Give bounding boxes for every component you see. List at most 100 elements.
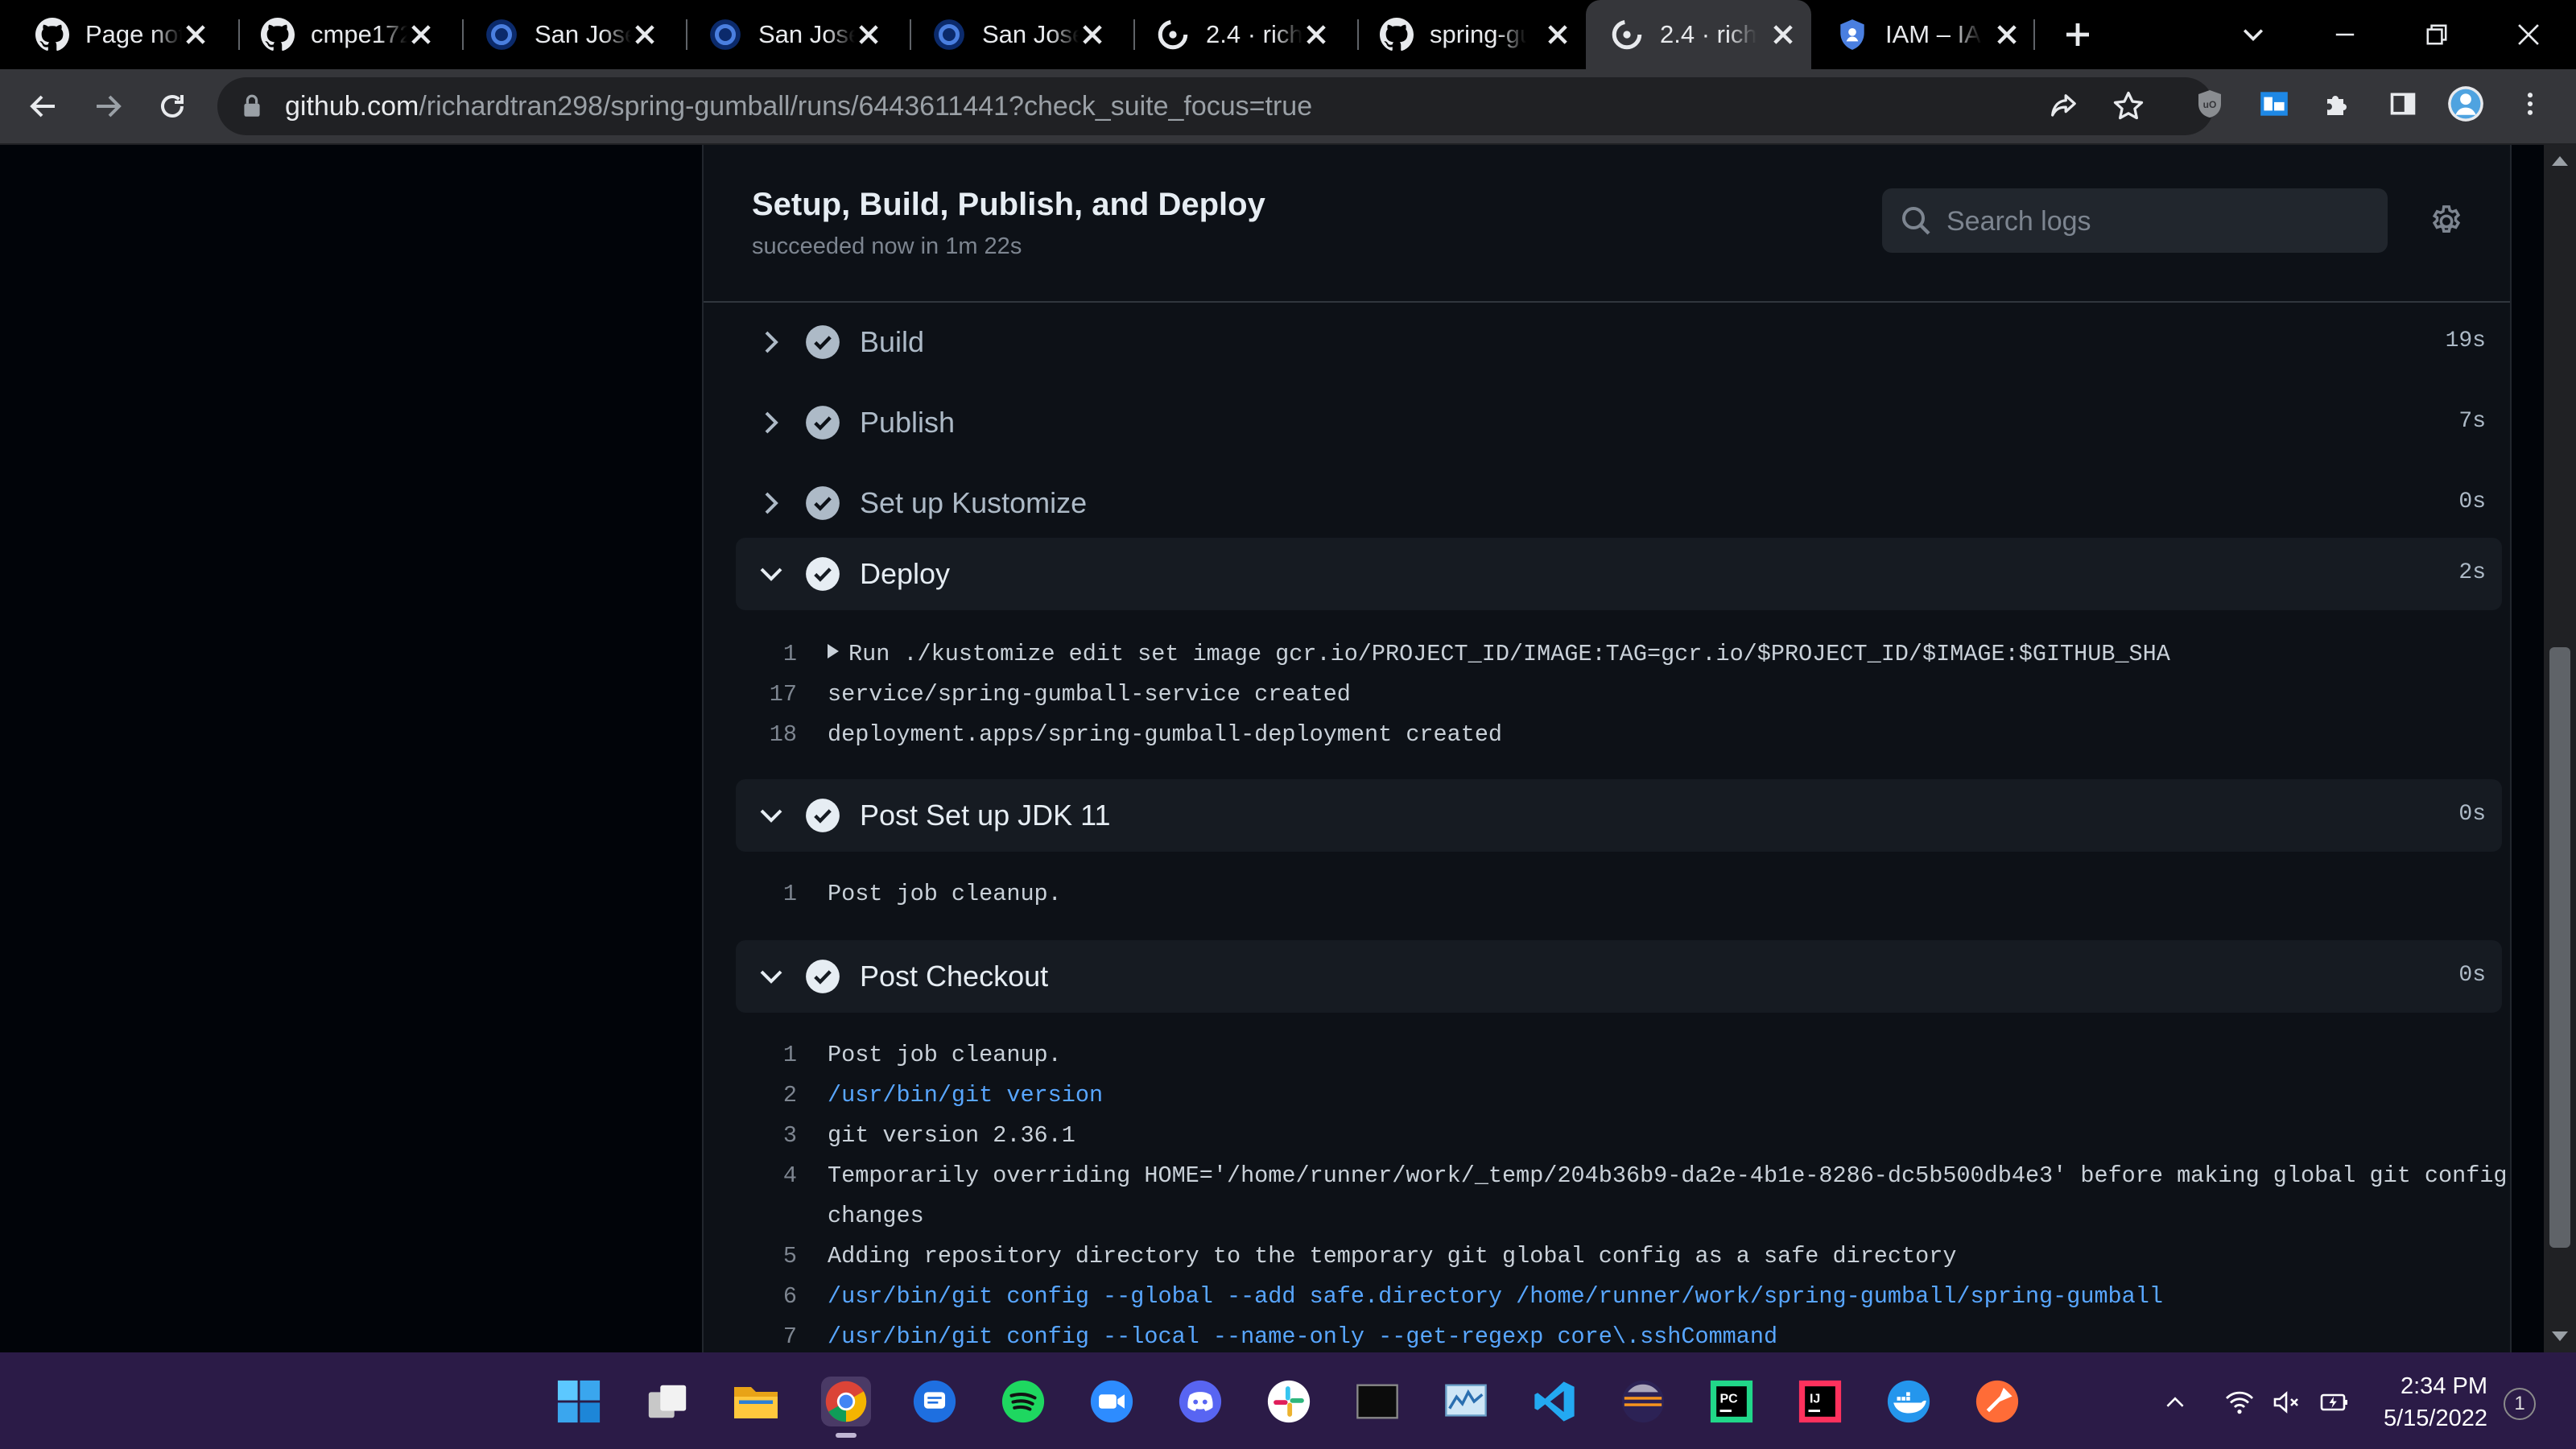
line-number[interactable]: 4: [736, 1156, 797, 1196]
search-input[interactable]: [1945, 198, 2367, 245]
log-line[interactable]: 1 Post job cleanup.: [736, 1035, 2502, 1075]
line-number[interactable]: 17: [736, 675, 797, 715]
task-view-button[interactable]: [642, 1377, 692, 1426]
system-clock[interactable]: 2:34 PM 5/15/2022: [2367, 1370, 2487, 1435]
line-number[interactable]: 1: [736, 1035, 797, 1075]
notification-badge[interactable]: 1: [2504, 1388, 2536, 1420]
close-icon[interactable]: [182, 21, 209, 48]
ublock-extension-button[interactable]: uO: [2191, 85, 2228, 122]
tab-actions-run-1[interactable]: 2.4 · richardtran298: [1121, 0, 1344, 69]
page-scrollbar[interactable]: [2544, 145, 2576, 1352]
log-line[interactable]: 1 Post job cleanup.: [736, 874, 2502, 914]
show-hidden-icons-button[interactable]: [2157, 1385, 2193, 1420]
docker-button[interactable]: [1884, 1377, 1934, 1426]
line-number[interactable]: 7: [736, 1317, 797, 1352]
log-line[interactable]: 2 /usr/bin/git version: [736, 1075, 2502, 1116]
close-icon[interactable]: [1544, 21, 1571, 48]
chrome-taskbar-button[interactable]: [821, 1377, 871, 1438]
minimize-button[interactable]: [2326, 16, 2363, 53]
step-set-up-kustomize[interactable]: Set up Kustomize 0s: [736, 467, 2502, 539]
close-icon[interactable]: [1302, 21, 1330, 48]
spotify-button[interactable]: [998, 1377, 1048, 1426]
step-post-set-up-jdk[interactable]: Post Set up JDK 11 0s: [736, 779, 2502, 852]
tab-actions-run-active[interactable]: 2.4 · richardtran298: [1586, 0, 1811, 69]
star-icon[interactable]: [2111, 89, 2146, 124]
tab-san-jose-1[interactable]: San Jose: [449, 0, 673, 69]
scrollbar-thumb[interactable]: [2549, 647, 2570, 1248]
tab-san-jose-2[interactable]: San Jose: [673, 0, 897, 69]
profile-button[interactable]: [2447, 85, 2484, 122]
log-line[interactable]: 17 service/spring-gumball-service create…: [736, 675, 2502, 715]
tab-cmpe172[interactable]: cmpe172: [225, 0, 449, 69]
line-number[interactable]: 5: [736, 1236, 797, 1277]
tab-san-jose-3[interactable]: San Jose: [897, 0, 1121, 69]
back-button[interactable]: [23, 85, 64, 127]
close-icon[interactable]: [1769, 21, 1797, 48]
log-line[interactable]: 5 Adding repository directory to the tem…: [736, 1236, 2502, 1277]
slack-button[interactable]: [1264, 1377, 1314, 1426]
step-build[interactable]: Build 19s: [736, 306, 2502, 378]
volume-button[interactable]: [2268, 1385, 2304, 1420]
side-panel-button[interactable]: [2384, 85, 2421, 122]
log-line[interactable]: 1 Run ./kustomize edit set image gcr.io/…: [736, 634, 2502, 675]
extension-button[interactable]: [2256, 85, 2293, 122]
forward-button[interactable]: [87, 85, 129, 127]
close-icon[interactable]: [855, 21, 882, 48]
tab-page-not-found[interactable]: Page not found: [0, 0, 224, 69]
eclipse-button[interactable]: [1618, 1377, 1668, 1426]
step-post-checkout[interactable]: Post Checkout 0s: [736, 940, 2502, 1013]
line-number[interactable]: 3: [736, 1116, 797, 1156]
battery-button[interactable]: [2317, 1385, 2352, 1420]
vscode-button[interactable]: [1530, 1377, 1579, 1426]
resource-monitor-button[interactable]: [1441, 1377, 1491, 1426]
address-bar[interactable]: github.com/richardtran298/spring-gumball…: [217, 77, 2214, 135]
step-publish[interactable]: Publish 7s: [736, 386, 2502, 459]
close-icon[interactable]: [1079, 21, 1106, 48]
gear-icon[interactable]: [2428, 203, 2465, 240]
url-text[interactable]: github.com/richardtran298/spring-gumball…: [285, 89, 1312, 123]
log-line[interactable]: 6 /usr/bin/git config --global --add saf…: [736, 1277, 2502, 1317]
new-tab-button[interactable]: [2059, 16, 2096, 53]
log-line[interactable]: 7 /usr/bin/git config --local --name-onl…: [736, 1317, 2502, 1352]
expand-triangle-icon[interactable]: [828, 644, 839, 659]
messages-button[interactable]: [910, 1377, 960, 1426]
line-number[interactable]: 6: [736, 1277, 797, 1317]
intellij-button[interactable]: IJ: [1795, 1377, 1845, 1426]
browser-menu-button[interactable]: [2512, 85, 2549, 122]
log-line[interactable]: 18 deployment.apps/spring-gumball-deploy…: [736, 715, 2502, 755]
discord-button[interactable]: [1175, 1377, 1225, 1426]
chevron-down-icon: [760, 568, 782, 581]
file-explorer-button[interactable]: [731, 1377, 781, 1426]
close-icon[interactable]: [631, 21, 658, 48]
sjsu-icon: [486, 19, 517, 50]
scroll-down-arrow[interactable]: [2552, 1331, 2568, 1341]
lock-icon[interactable]: [242, 93, 262, 119]
scroll-up-arrow[interactable]: [2552, 156, 2568, 166]
start-button[interactable]: [554, 1377, 604, 1426]
eclipse-icon: [1621, 1380, 1665, 1423]
tab-spring-gumball[interactable]: spring-gumball: [1344, 0, 1586, 69]
log-line[interactable]: 3 git version 2.36.1: [736, 1116, 2502, 1156]
wifi-button[interactable]: [2222, 1385, 2257, 1420]
log-line[interactable]: 4 Temporarily overriding HOME='/home/run…: [736, 1156, 2508, 1196]
close-icon[interactable]: [407, 21, 435, 48]
search-logs[interactable]: [1882, 188, 2388, 253]
line-number[interactable]: 1: [736, 874, 797, 914]
log-command: Run ./kustomize edit set image gcr.io/PR…: [848, 641, 2170, 667]
tab-iam[interactable]: IAM – IAM: [1811, 0, 2035, 69]
line-number[interactable]: 18: [736, 715, 797, 755]
close-icon[interactable]: [1993, 21, 2021, 48]
tab-search-button[interactable]: [2235, 16, 2272, 53]
postman-button[interactable]: [1972, 1377, 2022, 1426]
line-number[interactable]: 1: [736, 634, 797, 675]
line-number[interactable]: 2: [736, 1075, 797, 1116]
terminal-button[interactable]: [1352, 1377, 1402, 1426]
restore-button[interactable]: [2418, 16, 2455, 53]
step-deploy[interactable]: Deploy 2s: [736, 538, 2502, 610]
extensions-menu-button[interactable]: [2320, 85, 2357, 122]
pycharm-button[interactable]: PC: [1707, 1377, 1757, 1426]
zoom-button[interactable]: [1087, 1377, 1137, 1426]
reload-button[interactable]: [151, 85, 193, 127]
share-icon[interactable]: [2046, 89, 2082, 124]
close-window-button[interactable]: [2510, 16, 2547, 53]
